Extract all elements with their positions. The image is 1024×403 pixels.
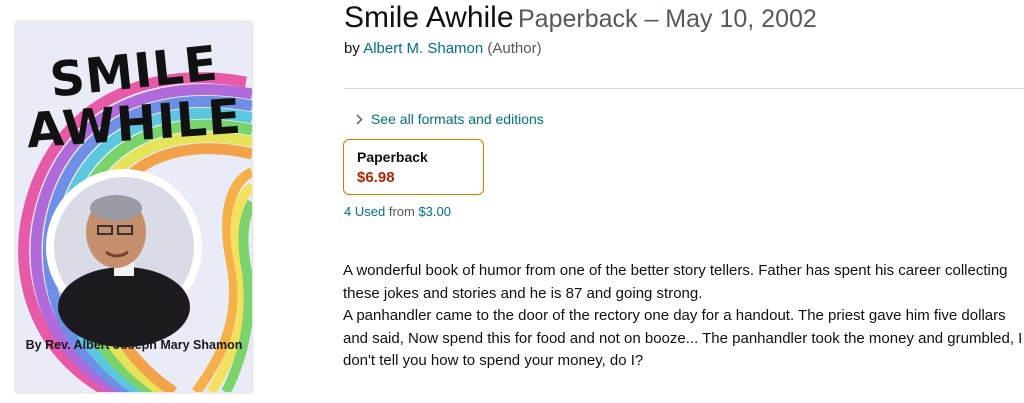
product-title: Smile Awhile Paperback – May 10, 2002 [344,1,817,35]
book-cover-image[interactable]: SMILE AWHILE By Rev. Albert Joseph Mary … [16,22,252,392]
author-link[interactable]: Albert M. Shamon [363,40,483,57]
product-title-main: Smile Awhile [344,1,514,34]
by-label: by [344,40,360,57]
see-all-formats-label: See all formats and editions [371,111,544,127]
used-price-link[interactable]: $3.00 [418,204,451,219]
divider [344,88,1024,89]
author-role: (Author) [487,40,542,57]
book-description: A wonderful book of humor from one of th… [343,260,1023,373]
chevron-right-icon [356,114,363,125]
used-offers: 4 Used from $3.00 [344,204,451,219]
used-from-label: from [388,204,415,219]
product-format-date: Paperback – May 10, 2002 [517,5,817,33]
byline: by Albert M. Shamon (Author) [344,40,542,57]
description-paragraph-1: A wonderful book of humor from one of th… [343,262,1008,302]
format-option-paperback[interactable]: Paperback $6.98 [343,139,484,195]
format-name: Paperback [357,149,428,165]
description-paragraph-2: A panhandler came to the door of the rec… [343,307,1023,369]
see-all-formats-link[interactable]: See all formats and editions [356,111,544,127]
cover-author-text: By Rev. Albert Joseph Mary Shamon [25,338,243,352]
used-count-link[interactable]: 4 Used [344,204,385,219]
format-price: $6.98 [357,169,395,186]
